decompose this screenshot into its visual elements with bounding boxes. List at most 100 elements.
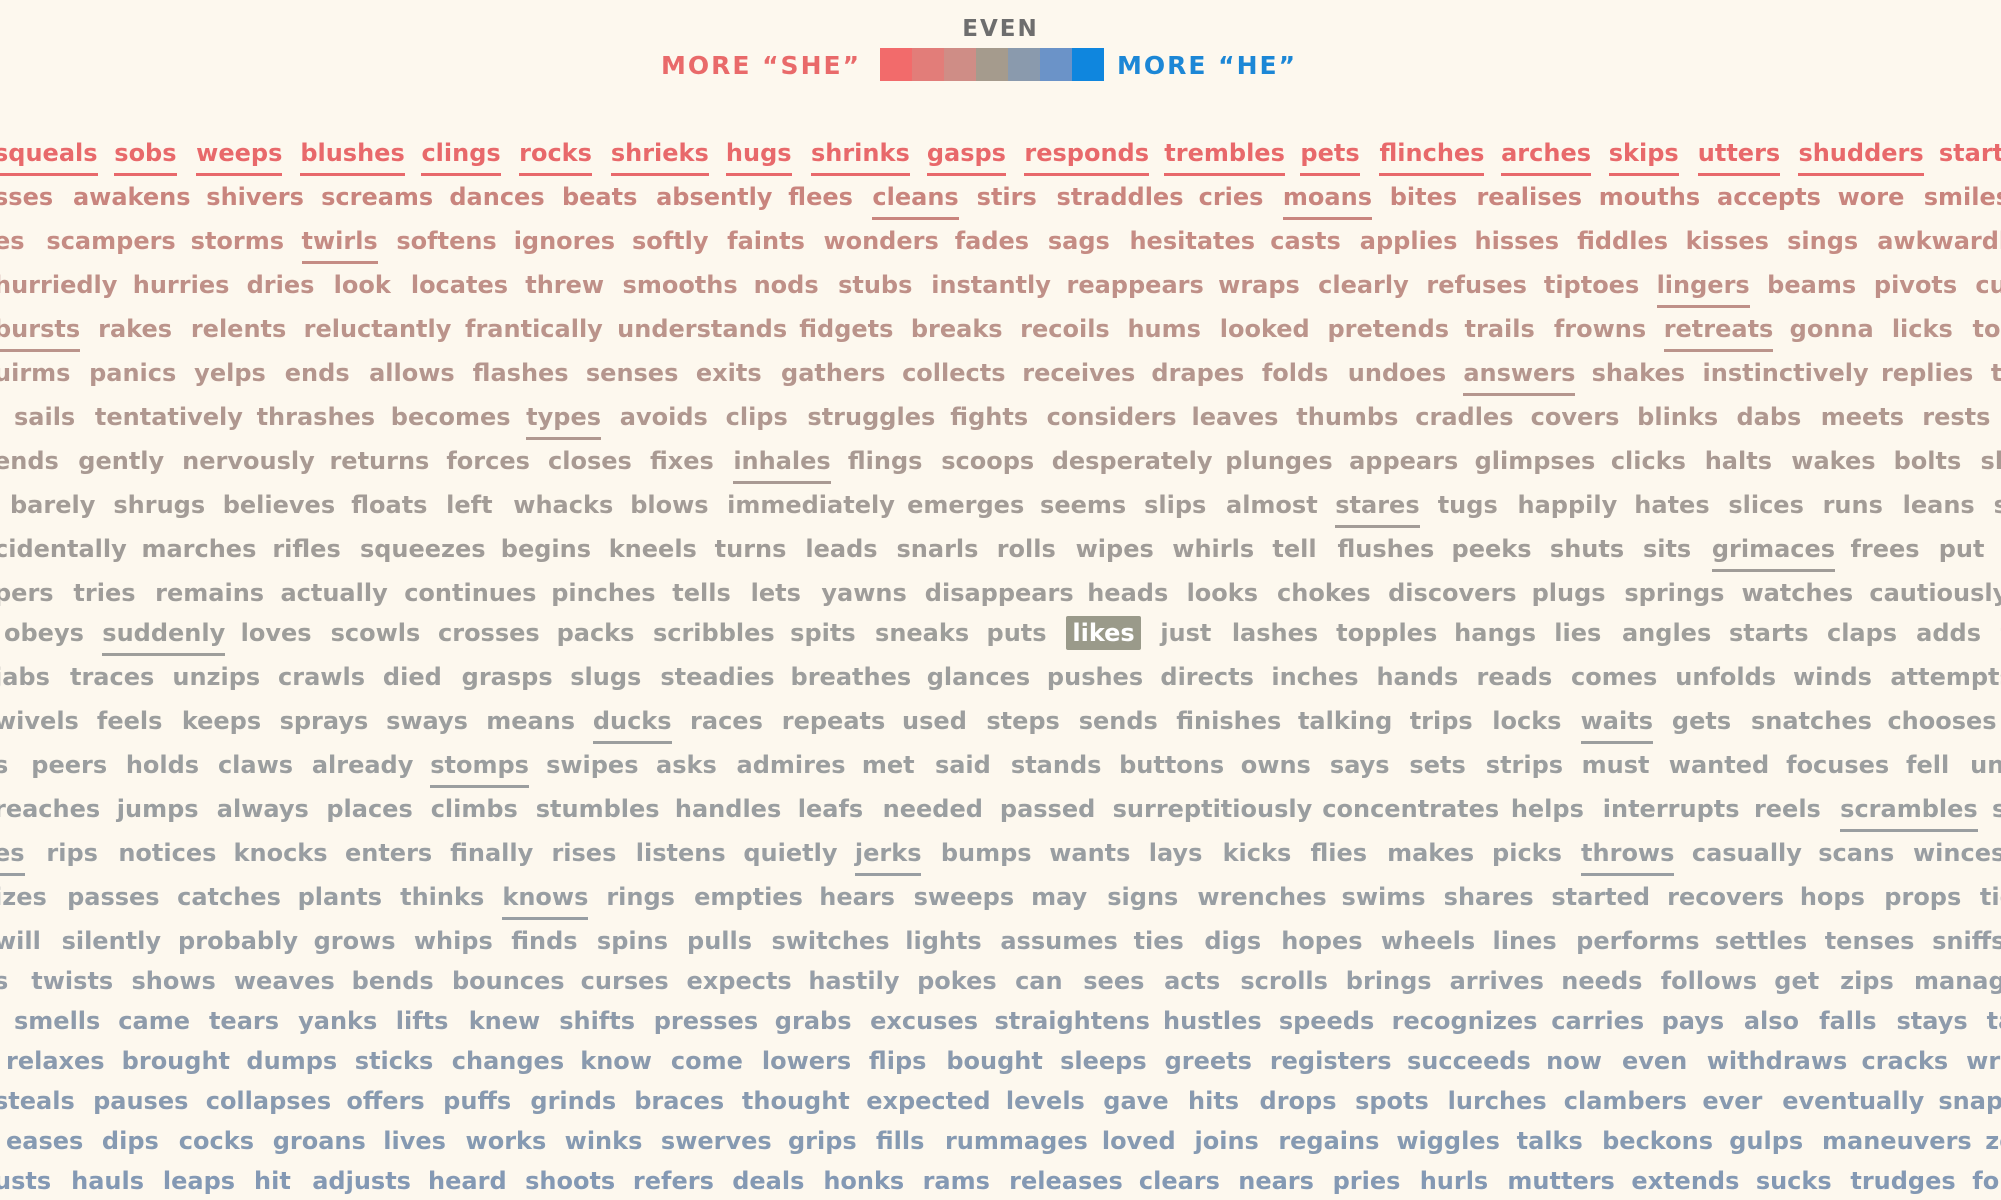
- word-item[interactable]: yawns: [821, 576, 906, 613]
- word-item[interactable]: s: [0, 964, 8, 1001]
- word-item[interactable]: dries: [247, 268, 315, 305]
- word-item[interactable]: heard: [428, 1164, 507, 1200]
- word-item[interactable]: emerges: [907, 488, 1024, 525]
- word-item[interactable]: slugs: [570, 660, 641, 697]
- word-item[interactable]: rakes: [98, 312, 172, 349]
- word-item[interactable]: puts: [987, 616, 1047, 653]
- word-item[interactable]: swims: [1342, 880, 1426, 917]
- word-item[interactable]: yanks: [298, 1004, 377, 1041]
- word-item[interactable]: zooms: [1985, 1124, 2001, 1161]
- word-item[interactable]: lowers: [762, 1044, 851, 1081]
- word-item[interactable]: gave: [1103, 1084, 1168, 1121]
- word-item[interactable]: pulls: [687, 924, 752, 961]
- word-item[interactable]: ever: [1702, 1084, 1762, 1121]
- word-item[interactable]: closes: [548, 444, 632, 481]
- word-item[interactable]: tenses: [1825, 924, 1915, 961]
- word-item[interactable]: continues: [404, 576, 536, 613]
- word-item[interactable]: places: [326, 792, 412, 829]
- word-item[interactable]: ties: [1134, 924, 1184, 961]
- word-item[interactable]: follows: [1661, 964, 1757, 1001]
- word-item[interactable]: crosses: [438, 616, 540, 653]
- word-item[interactable]: drapes: [1151, 356, 1244, 393]
- word-item[interactable]: probably: [178, 924, 298, 961]
- word-item[interactable]: listens: [636, 836, 726, 873]
- word-item[interactable]: claps: [1827, 616, 1897, 653]
- word-item[interactable]: groans: [273, 1124, 366, 1161]
- word-item[interactable]: flushes: [1338, 532, 1435, 569]
- word-item[interactable]: meets: [1821, 400, 1904, 437]
- word-item[interactable]: pokes: [917, 964, 997, 1001]
- word-item[interactable]: wonders: [823, 224, 938, 261]
- word-item[interactable]: falls: [1819, 1004, 1876, 1041]
- word-item[interactable]: immediately: [727, 488, 895, 525]
- word-item[interactable]: thinks: [400, 880, 484, 917]
- word-item[interactable]: makes: [1387, 836, 1474, 873]
- word-item[interactable]: fixes: [650, 444, 714, 481]
- word-item[interactable]: started: [1551, 880, 1650, 917]
- word-item[interactable]: hesitates: [1129, 224, 1255, 261]
- word-item[interactable]: focuses: [1786, 748, 1889, 785]
- word-item[interactable]: beckons: [1602, 1124, 1713, 1161]
- word-item[interactable]: lurches: [1448, 1084, 1547, 1121]
- word-item[interactable]: may: [1031, 880, 1087, 917]
- word-item[interactable]: knocks: [234, 836, 328, 873]
- word-item[interactable]: reaches: [0, 792, 100, 829]
- word-item[interactable]: came: [118, 1004, 190, 1041]
- word-item[interactable]: finds: [511, 924, 577, 961]
- word-item[interactable]: can: [1015, 964, 1063, 1001]
- word-item[interactable]: directs: [1160, 660, 1254, 697]
- word-item[interactable]: gasps: [926, 136, 1006, 176]
- word-item[interactable]: stares: [1335, 488, 1420, 528]
- word-item[interactable]: must: [1582, 748, 1650, 785]
- word-item[interactable]: whips: [414, 924, 493, 961]
- word-item[interactable]: hurries: [133, 268, 230, 305]
- word-item[interactable]: twists: [31, 964, 113, 1001]
- word-item[interactable]: shrieks: [610, 136, 709, 176]
- word-item[interactable]: hates: [1634, 488, 1709, 525]
- word-item[interactable]: rolls: [997, 532, 1056, 569]
- word-item[interactable]: retreats: [1663, 312, 1774, 352]
- word-item[interactable]: excuses: [870, 1004, 978, 1041]
- word-item[interactable]: bends: [352, 964, 434, 1001]
- word-item[interactable]: folds: [1262, 356, 1329, 393]
- word-item[interactable]: instinctively: [1703, 356, 1869, 393]
- word-item[interactable]: succeeds: [1407, 1044, 1531, 1081]
- word-item[interactable]: regains: [1278, 1124, 1379, 1161]
- word-item[interactable]: smiles: [1924, 180, 2001, 217]
- word-item[interactable]: offers: [346, 1084, 424, 1121]
- word-item[interactable]: inches: [1271, 660, 1358, 697]
- word-item[interactable]: accepts: [1717, 180, 1821, 217]
- word-item[interactable]: cocks: [179, 1124, 254, 1161]
- word-item[interactable]: claws: [218, 748, 293, 785]
- word-item[interactable]: sticks: [355, 1044, 433, 1081]
- word-item[interactable]: talking: [1298, 704, 1392, 741]
- word-item[interactable]: told: [1991, 356, 2001, 393]
- word-item[interactable]: stumbles: [536, 792, 660, 829]
- word-item[interactable]: screams: [321, 180, 433, 217]
- word-item[interactable]: scoops: [941, 444, 1034, 481]
- word-item[interactable]: races: [690, 704, 763, 741]
- word-item[interactable]: tiptoes: [1544, 268, 1639, 305]
- word-item[interactable]: reels: [1754, 792, 1821, 829]
- word-item[interactable]: dances: [449, 180, 544, 217]
- word-item[interactable]: thumbs: [1296, 400, 1398, 437]
- word-item[interactable]: winks: [565, 1124, 643, 1161]
- word-item[interactable]: gathers: [781, 356, 885, 393]
- word-item[interactable]: twirls: [301, 224, 378, 264]
- word-item[interactable]: arrives: [1450, 964, 1544, 1001]
- word-item[interactable]: fills: [876, 1124, 925, 1161]
- word-item[interactable]: trips: [1410, 704, 1473, 741]
- word-item[interactable]: faints: [727, 224, 805, 261]
- word-item[interactable]: s: [0, 748, 8, 785]
- word-item[interactable]: hits: [1188, 1084, 1239, 1121]
- word-item[interactable]: smooths: [623, 268, 738, 305]
- word-item[interactable]: lifts: [396, 1004, 449, 1041]
- word-item[interactable]: kisses: [1686, 224, 1769, 261]
- word-item[interactable]: nods: [754, 268, 819, 305]
- word-item[interactable]: sags: [1048, 224, 1110, 261]
- word-item[interactable]: attempts: [1890, 660, 2001, 697]
- word-item[interactable]: pushes: [1047, 660, 1143, 697]
- word-item[interactable]: topples: [1336, 616, 1437, 653]
- word-item[interactable]: pets: [1300, 136, 1360, 176]
- word-item[interactable]: peeks: [1452, 532, 1532, 569]
